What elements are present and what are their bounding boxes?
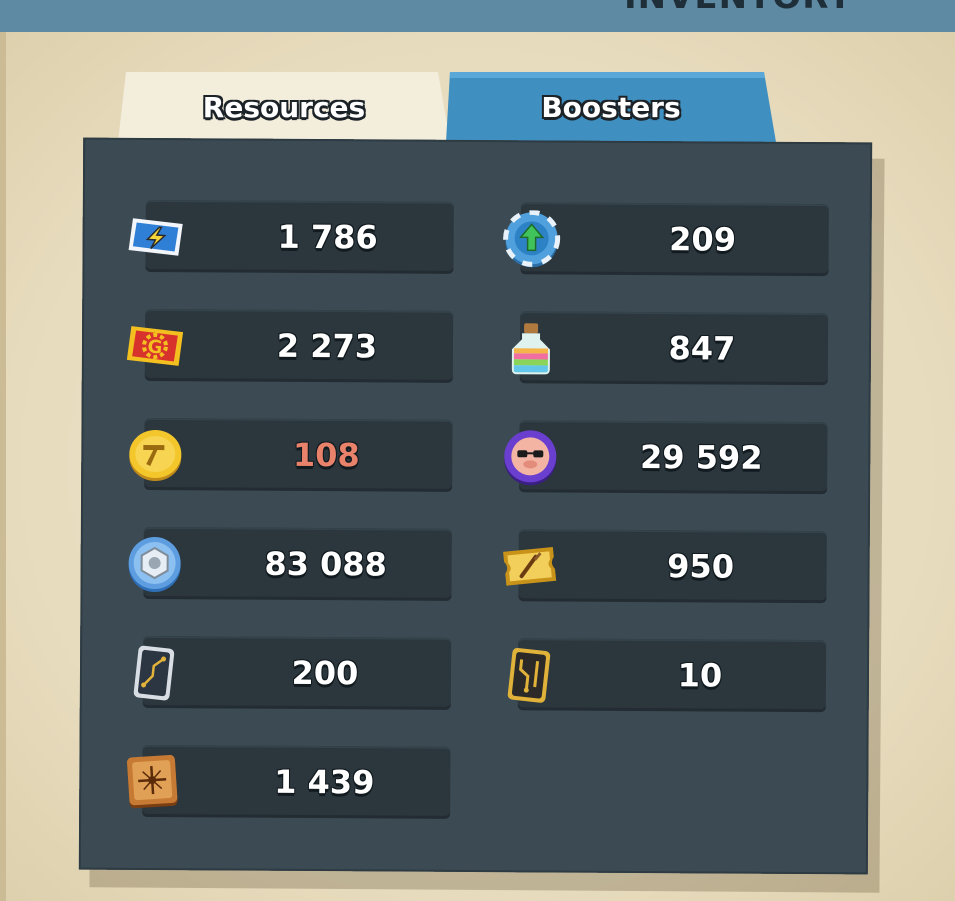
resource-value: 1 439 <box>274 762 375 802</box>
gear-ticket-icon: G <box>126 317 185 375</box>
top-bar: INVENTORY <box>0 0 955 32</box>
svg-text:G: G <box>147 336 163 358</box>
upgrade-arrow-token-icon <box>502 209 561 268</box>
bronze-tile-icon <box>124 753 182 811</box>
paper-edge <box>0 32 6 901</box>
resource-value: 83 088 <box>264 544 387 584</box>
circuit-card-icon <box>125 644 183 702</box>
hammer-coin-icon <box>126 426 184 484</box>
resource-value: 950 <box>667 547 735 586</box>
inventory-panel: 1 786 G 2 273 108 83 088 200 1 439 209 8… <box>78 137 873 875</box>
resource-value: 200 <box>291 653 359 693</box>
resource-value: 847 <box>668 329 736 368</box>
energy-ticket-icon <box>127 208 185 266</box>
resource-value: 209 <box>669 220 737 259</box>
tab-resources-label: Resources <box>202 90 366 124</box>
resource-value: 1 786 <box>277 217 378 257</box>
tab-resources[interactable]: Resources <box>118 72 450 142</box>
pig-sunglasses-coin-icon <box>501 428 559 486</box>
tab-boosters[interactable]: Boosters <box>446 72 776 142</box>
hex-nut-icon <box>125 535 183 593</box>
resource-value: 2 273 <box>276 326 378 366</box>
resource-value: 10 <box>677 656 723 695</box>
paintbrush-ticket-icon <box>500 537 558 595</box>
resource-value: 108 <box>292 435 360 475</box>
potion-bottle-icon <box>502 319 560 377</box>
window-title: INVENTORY <box>624 0 874 10</box>
resource-value: 29 592 <box>639 438 763 477</box>
tab-boosters-label: Boosters <box>541 90 681 124</box>
gold-circuit-card-icon <box>500 646 558 704</box>
